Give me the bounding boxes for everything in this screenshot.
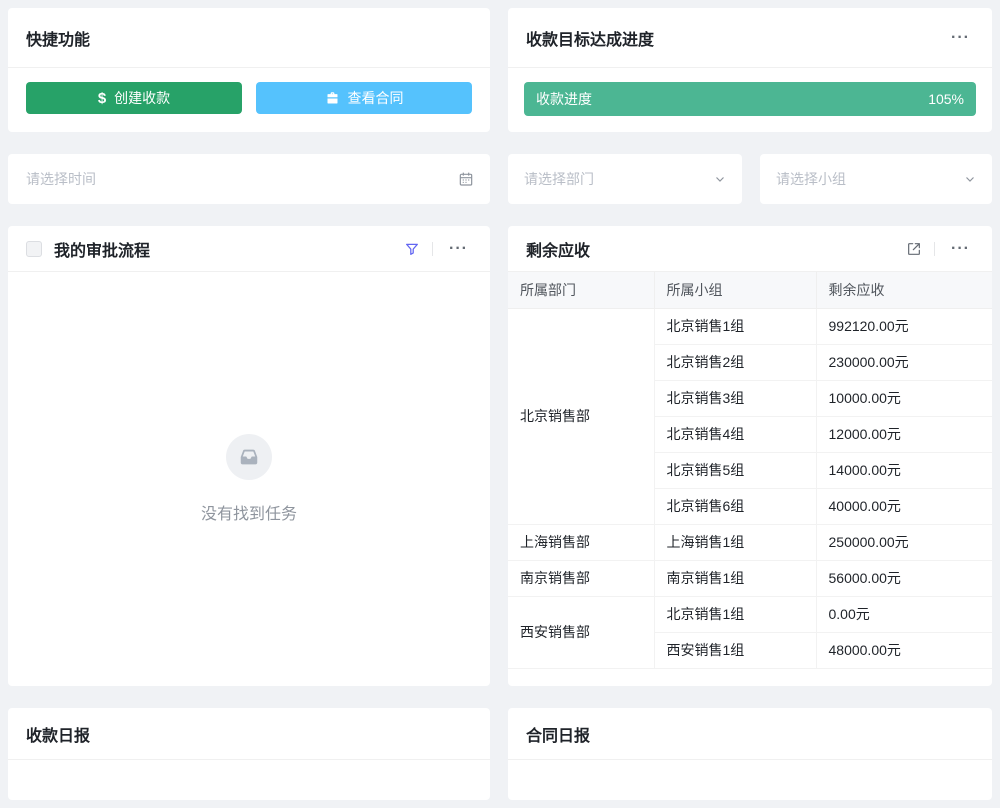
group-cell: 西安销售1组 [654, 632, 816, 668]
payment-daily-card: 收款日报 [8, 708, 490, 800]
group-select[interactable]: 请选择小组 [760, 154, 992, 204]
quick-actions-body: $ 创建收款 查看合同 [8, 68, 490, 114]
amount-cell: 14000.00元 [816, 452, 992, 488]
progress-body: 收款进度 105% [508, 68, 992, 116]
contract-daily-title: 合同日报 [526, 722, 590, 746]
dept-cell: 上海销售部 [508, 524, 654, 560]
create-payment-label: 创建收款 [114, 88, 170, 108]
contract-daily-body [508, 760, 992, 800]
time-picker[interactable] [8, 154, 490, 204]
receivable-table-wrap[interactable]: 所属部门 所属小组 剩余应收 北京销售部北京销售1组992120.00元北京销售… [508, 272, 992, 686]
approval-empty-state: 没有找到任务 [8, 272, 490, 686]
progress-header: 收款目标达成进度 [508, 8, 992, 68]
dashboard: 快捷功能 $ 创建收款 查看合同 收款目标达成进度 收款进度 105% [0, 0, 1000, 808]
group-cell: 北京销售6组 [654, 488, 816, 524]
dollar-icon: $ [98, 90, 106, 107]
right-filters: 请选择部门 请选择小组 [508, 154, 992, 204]
receivable-table: 所属部门 所属小组 剩余应收 北京销售部北京销售1组992120.00元北京销售… [508, 272, 992, 669]
table-row: 上海销售部上海销售1组250000.00元 [508, 524, 992, 560]
quick-actions-title: 快捷功能 [26, 26, 90, 50]
amount-cell: 250000.00元 [816, 524, 992, 560]
table-row: 南京销售部南京销售1组56000.00元 [508, 560, 992, 596]
quick-actions-card: 快捷功能 $ 创建收款 查看合同 [8, 8, 490, 132]
approval-header: 我的审批流程 [8, 226, 490, 272]
group-cell: 南京销售1组 [654, 560, 816, 596]
header-divider [432, 242, 433, 256]
payment-daily-header: 收款日报 [8, 708, 490, 760]
amount-cell: 230000.00元 [816, 344, 992, 380]
table-row: 西安销售部北京销售1组0.00元 [508, 596, 992, 632]
quick-actions-header: 快捷功能 [8, 8, 490, 68]
more-icon[interactable] [947, 238, 974, 260]
amount-cell: 10000.00元 [816, 380, 992, 416]
amount-cell: 12000.00元 [816, 416, 992, 452]
contract-daily-header: 合同日报 [508, 708, 992, 760]
empty-state-text: 没有找到任务 [201, 500, 297, 524]
progress-card: 收款目标达成进度 收款进度 105% [508, 8, 992, 132]
progress-title: 收款目标达成进度 [526, 26, 654, 50]
col-group: 所属小组 [654, 272, 816, 308]
chevron-down-icon [964, 173, 976, 185]
approval-title: 我的审批流程 [54, 237, 150, 261]
receivable-card: 剩余应收 所属部门 所属小组 剩余应收 北京销售 [508, 226, 992, 686]
amount-cell: 40000.00元 [816, 488, 992, 524]
chevron-down-icon [714, 173, 726, 185]
view-contract-label: 查看合同 [348, 88, 404, 108]
header-divider [934, 242, 935, 256]
dept-cell: 北京销售部 [508, 308, 654, 524]
dept-cell: 南京销售部 [508, 560, 654, 596]
progress-bar: 收款进度 105% [524, 82, 976, 116]
more-icon[interactable] [947, 27, 974, 49]
amount-cell: 992120.00元 [816, 308, 992, 344]
group-cell: 上海销售1组 [654, 524, 816, 560]
payment-daily-body [8, 760, 490, 800]
briefcase-icon [325, 91, 340, 106]
receivable-title: 剩余应收 [526, 237, 590, 261]
receivable-header: 剩余应收 [508, 226, 992, 272]
dept-cell: 西安销售部 [508, 596, 654, 668]
export-icon[interactable] [906, 241, 922, 257]
table-header-row: 所属部门 所属小组 剩余应收 [508, 272, 992, 308]
approval-card: 我的审批流程 没有找到任务 [8, 226, 490, 686]
approval-checkbox[interactable] [26, 241, 42, 257]
amount-cell: 0.00元 [816, 596, 992, 632]
receivable-table-body: 北京销售部北京销售1组992120.00元北京销售2组230000.00元北京销… [508, 308, 992, 668]
department-select-value: 请选择部门 [524, 169, 714, 189]
col-amount: 剩余应收 [816, 272, 992, 308]
contract-daily-card: 合同日报 [508, 708, 992, 800]
department-select[interactable]: 请选择部门 [508, 154, 742, 204]
group-cell: 北京销售3组 [654, 380, 816, 416]
payment-daily-title: 收款日报 [26, 722, 90, 746]
group-select-value: 请选择小组 [776, 169, 964, 189]
progress-bar-label: 收款进度 [536, 89, 592, 109]
view-contract-button[interactable]: 查看合同 [256, 82, 472, 114]
group-cell: 北京销售5组 [654, 452, 816, 488]
group-cell: 北京销售4组 [654, 416, 816, 452]
col-dept: 所属部门 [508, 272, 654, 308]
progress-bar-value: 105% [928, 91, 964, 107]
calendar-icon [458, 171, 474, 187]
more-icon[interactable] [445, 238, 472, 260]
create-payment-button[interactable]: $ 创建收款 [26, 82, 242, 114]
table-row: 北京销售部北京销售1组992120.00元 [508, 308, 992, 344]
amount-cell: 48000.00元 [816, 632, 992, 668]
empty-inbox-icon [226, 434, 272, 480]
time-picker-input[interactable] [24, 170, 458, 188]
amount-cell: 56000.00元 [816, 560, 992, 596]
group-cell: 北京销售1组 [654, 596, 816, 632]
group-cell: 北京销售2组 [654, 344, 816, 380]
filter-funnel-icon[interactable] [404, 241, 420, 257]
group-cell: 北京销售1组 [654, 308, 816, 344]
